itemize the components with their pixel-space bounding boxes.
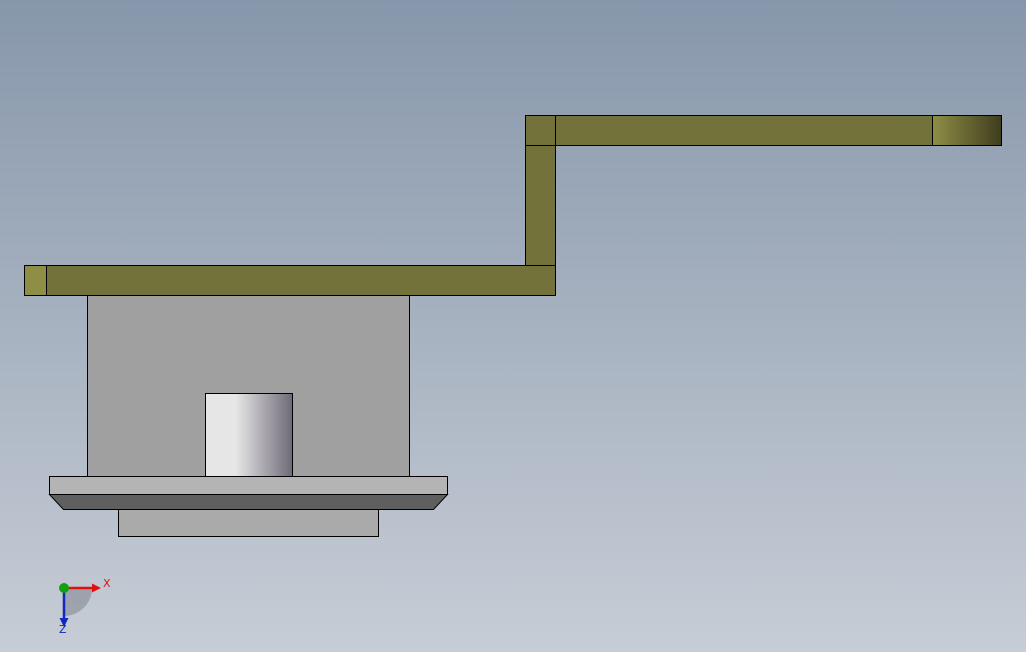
model-view-canvas[interactable]: X Z	[0, 0, 1026, 652]
bracket-lower-bar[interactable]	[24, 265, 556, 296]
motor-shaft-cylinder[interactable]	[205, 393, 293, 477]
triad-z-label: Z	[59, 623, 67, 636]
triad-x-label: X	[103, 577, 111, 590]
bracket-right-end-cap[interactable]	[932, 115, 1002, 146]
motor-flange-plate[interactable]	[49, 476, 448, 495]
bracket-upper-bar[interactable]	[525, 115, 1002, 146]
motor-flange-bevel[interactable]	[48, 494, 449, 510]
bracket-left-end-cap[interactable]	[24, 265, 47, 296]
triad-y-axis-dot	[59, 583, 69, 593]
graphics-viewport[interactable]: X Z	[0, 0, 1026, 652]
motor-base-block[interactable]	[118, 509, 379, 537]
